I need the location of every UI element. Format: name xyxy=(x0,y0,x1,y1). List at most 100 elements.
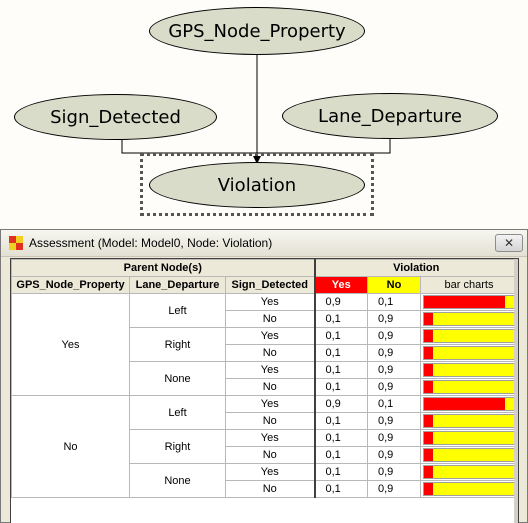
edge-lane-to-violation xyxy=(257,139,391,154)
cpt-table: Parent Node(s) Violation GPS_Node_Proper… xyxy=(11,259,518,498)
prob-no-cell[interactable]: 0,9 xyxy=(367,412,421,430)
sign-state-cell: No xyxy=(225,480,315,498)
prob-no-cell[interactable]: 0,9 xyxy=(367,429,421,447)
prob-yes-cell[interactable]: 0,1 xyxy=(313,446,368,464)
prob-yes-cell[interactable]: 0,1 xyxy=(313,480,368,498)
bar-segment-no xyxy=(433,449,514,461)
bar-chart-cell xyxy=(420,310,518,328)
lane-state-cell: Left xyxy=(129,293,226,328)
prob-no-cell[interactable]: 0,9 xyxy=(367,463,421,481)
state-header-no: No xyxy=(367,276,421,294)
bar-chart-cell xyxy=(420,480,518,498)
sign-state-cell: Yes xyxy=(225,327,315,345)
bar-segment-yes xyxy=(424,398,505,410)
bar-segment-no xyxy=(433,432,514,444)
bar-segment-yes xyxy=(424,466,433,478)
prob-no-cell[interactable]: 0,9 xyxy=(367,327,421,345)
probability-bar xyxy=(423,329,515,343)
node-violation[interactable]: Violation xyxy=(149,162,365,208)
probability-bar xyxy=(423,397,515,411)
lane-state-cell: None xyxy=(129,361,226,396)
prob-yes-cell[interactable]: 0,1 xyxy=(313,412,368,430)
bar-chart-cell xyxy=(420,395,518,413)
bar-chart-cell xyxy=(420,327,518,345)
bar-chart-cell xyxy=(420,293,518,311)
prob-yes-cell[interactable]: 0,1 xyxy=(313,378,368,396)
bar-segment-no xyxy=(433,364,514,376)
node-lane-departure[interactable]: Lane_Departure xyxy=(282,93,498,139)
sign-state-cell: No xyxy=(225,412,315,430)
window-title: Assessment (Model: Model0, Node: Violati… xyxy=(29,236,273,250)
table-row: Yes Left Yes 0,9 0,1 xyxy=(11,293,518,396)
probability-bar xyxy=(423,346,515,360)
prob-yes-cell[interactable]: 0,1 xyxy=(313,429,368,447)
sign-state-cell: Yes xyxy=(225,293,315,311)
gps-state-cell: Yes xyxy=(11,293,130,396)
bar-segment-no xyxy=(433,313,514,325)
child-node-header: Violation xyxy=(313,259,518,277)
prob-yes-cell[interactable]: 0,1 xyxy=(313,361,368,379)
window-titlebar[interactable]: Assessment (Model: Model0, Node: Violati… xyxy=(1,230,527,257)
prob-no-cell[interactable]: 0,9 xyxy=(367,378,421,396)
sign-state-cell: Yes xyxy=(225,361,315,379)
sign-state-cell: No xyxy=(225,446,315,464)
probability-bar xyxy=(423,414,515,428)
bar-chart-cell xyxy=(420,429,518,447)
bar-chart-cell xyxy=(420,378,518,396)
prob-no-cell[interactable]: 0,1 xyxy=(367,395,421,413)
bar-chart-cell xyxy=(420,412,518,430)
col-header-lane: Lane_Departure xyxy=(129,276,226,294)
prob-no-cell[interactable]: 0,9 xyxy=(367,344,421,362)
bar-chart-cell xyxy=(420,446,518,464)
prob-no-cell[interactable]: 0,9 xyxy=(367,361,421,379)
probability-bar xyxy=(423,312,515,326)
prob-yes-cell[interactable]: 0,1 xyxy=(313,344,368,362)
bar-segment-no xyxy=(433,415,514,427)
prob-yes-cell[interactable]: 0,1 xyxy=(313,463,368,481)
cpt-table-container[interactable]: Parent Node(s) Violation GPS_Node_Proper… xyxy=(10,258,519,523)
bar-chart-cell xyxy=(420,344,518,362)
lane-state-cell: Right xyxy=(129,429,226,464)
close-button[interactable]: ✕ xyxy=(495,234,523,252)
prob-no-cell[interactable]: 0,1 xyxy=(367,293,421,311)
state-header-yes: Yes xyxy=(313,276,368,294)
node-gps-node-property[interactable]: GPS_Node_Property xyxy=(149,7,365,55)
node-sign-detected[interactable]: Sign_Detected xyxy=(14,94,217,140)
bar-segment-no xyxy=(433,330,514,342)
network-graph-canvas[interactable]: GPS_Node_Property Sign_Detected Lane_Dep… xyxy=(0,0,528,228)
prob-yes-cell[interactable]: 0,9 xyxy=(313,395,368,413)
bar-segment-yes xyxy=(424,415,433,427)
sign-state-cell: No xyxy=(225,310,315,328)
edge-sign-to-violation xyxy=(121,140,257,154)
table-row: No Left Yes 0,9 0,1 xyxy=(11,395,518,498)
prob-yes-cell[interactable]: 0,9 xyxy=(313,293,368,311)
lane-state-cell: Left xyxy=(129,395,226,430)
bar-chart-cell xyxy=(420,361,518,379)
bar-segment-yes xyxy=(424,483,433,495)
sign-state-cell: No xyxy=(225,344,315,362)
prob-no-cell[interactable]: 0,9 xyxy=(367,310,421,328)
bar-segment-no xyxy=(505,398,514,410)
bar-segment-no xyxy=(433,347,514,359)
bar-segment-yes xyxy=(424,347,433,359)
parent-nodes-header: Parent Node(s) xyxy=(11,259,315,277)
prob-no-cell[interactable]: 0,9 xyxy=(367,446,421,464)
prob-yes-cell[interactable]: 0,1 xyxy=(313,310,368,328)
bar-segment-no xyxy=(433,466,514,478)
col-header-gps: GPS_Node_Property xyxy=(11,276,130,294)
prob-yes-cell[interactable]: 0,1 xyxy=(313,327,368,345)
bar-segment-no xyxy=(433,381,514,393)
prob-no-cell[interactable]: 0,9 xyxy=(367,480,421,498)
bar-segment-no xyxy=(433,483,514,495)
probability-bar xyxy=(423,482,515,496)
probability-bar xyxy=(423,295,515,309)
sign-state-cell: Yes xyxy=(225,395,315,413)
assessment-window: Assessment (Model: Model0, Node: Violati… xyxy=(0,229,528,523)
gps-state-cell: No xyxy=(11,395,130,498)
vertical-scrollbar[interactable] xyxy=(514,259,518,523)
sign-state-cell: No xyxy=(225,378,315,396)
probability-bar xyxy=(423,431,515,445)
sign-state-cell: Yes xyxy=(225,429,315,447)
bar-segment-yes xyxy=(424,313,433,325)
close-icon: ✕ xyxy=(503,236,515,250)
